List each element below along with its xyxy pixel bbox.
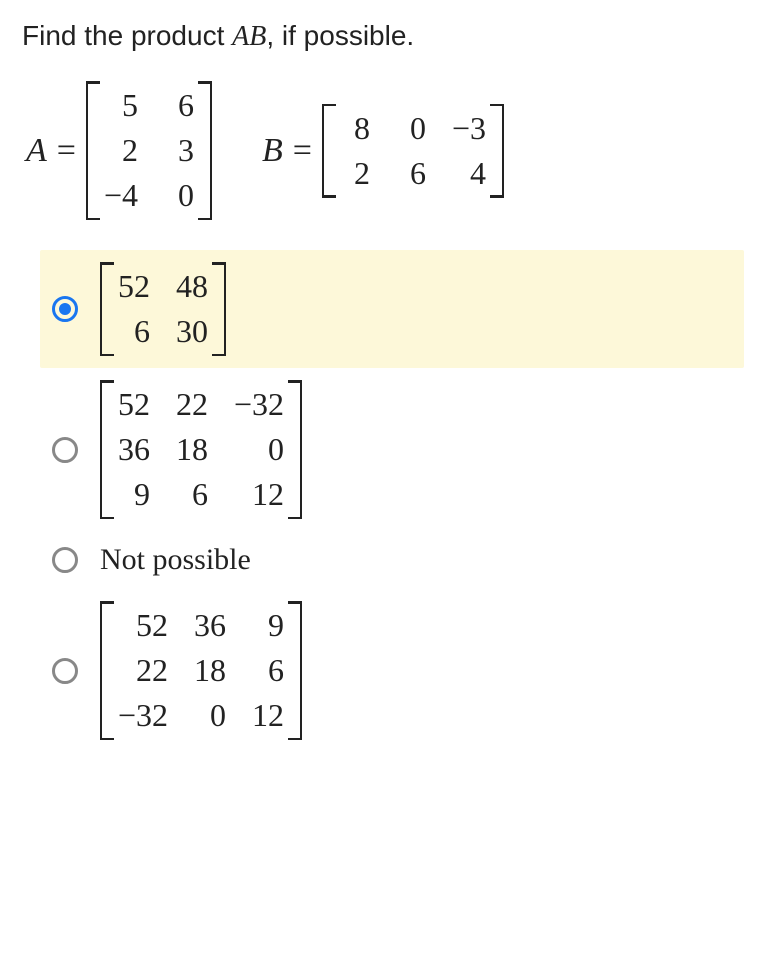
question-text: Find the product AB, if possible. (22, 20, 744, 53)
radio-button[interactable] (52, 296, 78, 322)
option-matrix: 52 48 6 30 (100, 262, 226, 356)
equals-sign: = (293, 132, 312, 170)
matrix-cell: 0 (396, 110, 426, 147)
answer-option[interactable]: 5222−32361809612 (40, 368, 744, 531)
answer-option[interactable]: 52 36 9 22 18 6 −32 0 12 (40, 589, 744, 752)
matrix-cell: 6 (252, 652, 284, 689)
matrix-cell: 2 (104, 132, 138, 169)
matrix-cell: 22 (118, 652, 168, 689)
matrix-cell: 6 (118, 313, 150, 350)
matrix-cell: 36 (118, 431, 150, 468)
matrix-cell: −4 (104, 177, 138, 214)
matrix-cell: 6 (176, 476, 208, 513)
matrix-cell: 0 (164, 177, 194, 214)
matrix-cell: 2 (340, 155, 370, 192)
matrix-cell: −32 (118, 697, 168, 734)
matrix-A-equation: A = 5623 −4 0 (26, 81, 212, 220)
matrix-cell: 5 (104, 87, 138, 124)
matrix-cell: 48 (176, 268, 208, 305)
matrix-cell: 52 (118, 607, 168, 644)
answer-options: 52486305222−32361809612Not possible52369… (40, 250, 744, 752)
matrix-cell: 0 (234, 431, 284, 468)
matrix-cell: 52 (118, 386, 150, 423)
matrix-cell: 18 (194, 652, 226, 689)
matrix-cell: 6 (396, 155, 426, 192)
matrix-A: 5623 −4 0 (86, 81, 212, 220)
radio-button[interactable] (52, 658, 78, 684)
radio-button[interactable] (52, 437, 78, 463)
matrix-cell: 18 (176, 431, 208, 468)
matrix-B-label: B (262, 132, 283, 170)
given-matrices: A = 5623−40 B = 80−3264 (26, 81, 744, 220)
option-text: Not possible (100, 543, 251, 577)
matrix-cell: 52 (118, 268, 150, 305)
matrix-cell: −32 (234, 386, 284, 423)
matrix-cell: 12 (234, 476, 284, 513)
matrix-cell: 36 (194, 607, 226, 644)
equals-sign: = (57, 132, 76, 170)
matrix-cell: 6 (164, 87, 194, 124)
radio-button[interactable] (52, 547, 78, 573)
matrix-cell: 9 (252, 607, 284, 644)
matrix-cell: 30 (176, 313, 208, 350)
matrix-cell: 9 (118, 476, 150, 513)
matrix-cell: 8 (340, 110, 370, 147)
option-matrix: 5222−32361809612 (100, 380, 302, 519)
matrix-cell: 3 (164, 132, 194, 169)
answer-option[interactable]: 52 48 6 30 (40, 250, 744, 368)
matrix-cell: 22 (176, 386, 208, 423)
matrix-B: 80 −3 264 (322, 104, 504, 198)
answer-option[interactable]: Not possible (40, 531, 744, 589)
matrix-A-label: A (26, 132, 47, 170)
matrix-cell: 0 (194, 697, 226, 734)
option-matrix: 52 36 9 22 18 6 −32 0 12 (100, 601, 302, 740)
matrix-B-equation: B = 80 −3 264 (262, 104, 504, 198)
matrix-cell: −3 (452, 110, 486, 147)
matrix-cell: 12 (252, 697, 284, 734)
matrix-cell: 4 (452, 155, 486, 192)
